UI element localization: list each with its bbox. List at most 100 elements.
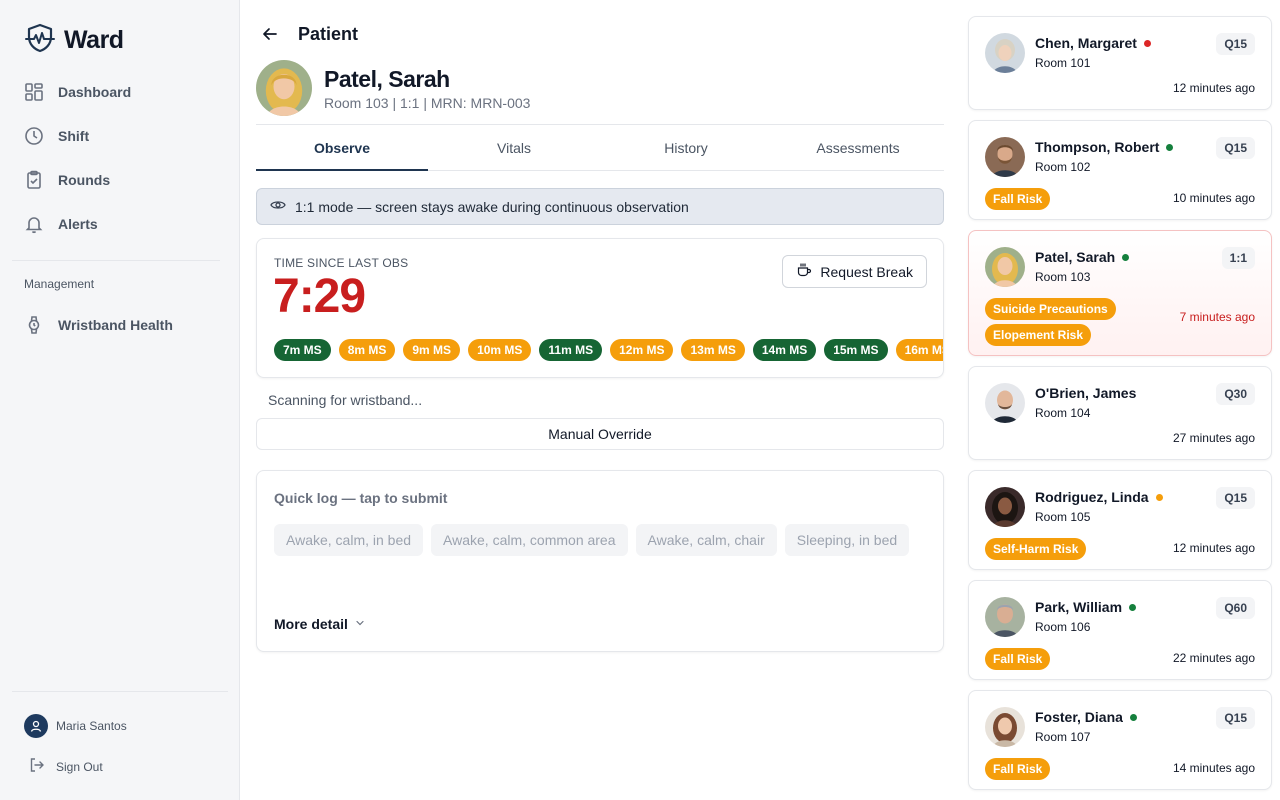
user-avatar <box>24 714 48 738</box>
observation-card: TIME SINCE LAST OBS 7:29 Request Break 7… <box>256 238 944 378</box>
risk-tag: Self-Harm Risk <box>985 538 1087 560</box>
nav-section-label: Management <box>24 277 95 291</box>
main-nav: Dashboard Shift Rounds Alerts <box>12 70 228 246</box>
tab-history[interactable]: History <box>600 125 772 170</box>
patient-avatar <box>985 383 1025 423</box>
sign-out-label: Sign Out <box>56 759 103 774</box>
user-icon <box>30 720 42 732</box>
more-detail-label: More detail <box>274 616 348 632</box>
user-name: Maria Santos <box>56 719 127 733</box>
patient-room: Room 106 <box>1035 620 1091 634</box>
tab-vitals[interactable]: Vitals <box>428 125 600 170</box>
nav-label: Shift <box>58 128 90 144</box>
patient-room: Room 107 <box>1035 730 1091 744</box>
last-observation-time: 12 minutes ago <box>1172 541 1255 555</box>
observation-chip: 13m MS <box>681 339 745 361</box>
nav-label: Dashboard <box>58 84 132 100</box>
quick-log-option[interactable]: Sleeping, in bed <box>784 524 910 556</box>
status-dot <box>1122 253 1130 261</box>
obs-label: TIME SINCE LAST OBS <box>274 256 409 270</box>
shield-heartbeat-icon <box>24 22 56 59</box>
quick-log-option[interactable]: Awake, calm, chair <box>635 524 777 556</box>
patient-name: O'Brien, James <box>1035 385 1137 401</box>
quick-log-option[interactable]: Awake, calm, in bed <box>274 524 424 556</box>
patient-card[interactable]: Chen, Margaret Room 101 Q15 12 minutes ago <box>968 16 1272 110</box>
obs-timer: 7:29 <box>273 270 366 323</box>
patient-card[interactable]: Park, William Room 106 Q60 Fall Risk 22 minu… <box>968 580 1272 680</box>
observation-chips: 7m MS 8m MS 9m MS 10m MS 11m MS 12m MS 13m MS 1… <box>274 339 943 361</box>
brand[interactable]: Ward <box>24 22 124 59</box>
last-observation-time: 27 minutes ago <box>1172 431 1255 445</box>
patient-card[interactable]: Thompson, Robert Room 102 Q15 Fall Risk 10 m… <box>968 120 1272 220</box>
bell-icon <box>24 214 44 234</box>
page-header: Patient <box>256 20 358 48</box>
patient-card[interactable]: Rodriguez, Linda Room 105 Q15 Self-Harm Ris… <box>968 470 1272 570</box>
nav-label: Wristband Health <box>58 317 173 333</box>
patient-room: Room 102 <box>1035 160 1091 174</box>
chevron-down-icon <box>354 616 366 632</box>
current-user[interactable]: Maria Santos <box>24 714 127 738</box>
back-arrow-icon[interactable] <box>256 20 284 48</box>
observation-chip: 7m MS <box>274 339 331 361</box>
manual-override-button[interactable]: Manual Override <box>256 418 944 450</box>
patient-room: Room 101 <box>1035 56 1091 70</box>
observation-chip: 12m MS <box>610 339 674 361</box>
last-observation-time: 10 minutes ago <box>1172 191 1255 205</box>
clipboard-icon <box>24 170 44 190</box>
tab-assessments[interactable]: Assessments <box>772 125 944 170</box>
observation-frequency-badge: 1:1 <box>1221 247 1255 269</box>
patient-name-row: Park, William <box>1035 599 1137 615</box>
tab-observe[interactable]: Observe <box>256 125 428 171</box>
clock-icon <box>24 126 44 146</box>
observation-chip: 14m MS <box>752 339 817 361</box>
eye-icon <box>270 197 286 216</box>
sign-out-button[interactable]: Sign Out <box>28 756 103 777</box>
nav-item-wristband-health[interactable]: Wristband Health <box>12 303 228 347</box>
observation-frequency-badge: Q15 <box>1216 33 1255 55</box>
patient-name: Patel, Sarah <box>1035 249 1116 265</box>
quick-log-title: Quick log — tap to submit <box>274 490 448 506</box>
observation-chip: 11m MS <box>539 339 603 361</box>
sidebar: Ward Dashboard Shift Rounds Alerts Manag… <box>0 0 240 800</box>
last-observation-time: 22 minutes ago <box>1172 651 1255 665</box>
nav-label: Rounds <box>58 172 111 188</box>
nav-item-dashboard[interactable]: Dashboard <box>12 70 228 114</box>
risk-tag: Fall Risk <box>985 758 1051 780</box>
sidebar-bottom-divider <box>12 691 228 692</box>
status-dot <box>1155 493 1163 501</box>
risk-tag: Fall Risk <box>985 188 1051 210</box>
patient-name-row: Thompson, Robert <box>1035 139 1174 155</box>
patient-card[interactable]: Foster, Diana Room 107 Q15 Fall Risk 14 minu… <box>968 690 1272 790</box>
patient-card[interactable]: O'Brien, James Room 104 Q30 27 minutes ago <box>968 366 1272 460</box>
observation-frequency-badge: Q30 <box>1216 383 1255 405</box>
patient-name: Thompson, Robert <box>1035 139 1160 155</box>
status-dot <box>1129 603 1137 611</box>
quick-log-option[interactable]: Awake, calm, common area <box>431 524 628 556</box>
observation-chip: 8m MS <box>338 339 396 361</box>
patient-avatar <box>985 247 1025 287</box>
quick-log-options: Awake, calm, in bed Awake, calm, common … <box>274 524 924 556</box>
more-detail-toggle[interactable]: More detail <box>274 616 366 632</box>
observation-chip: 16m MS <box>895 339 943 361</box>
patient-room: Room 103 <box>1035 270 1091 284</box>
nav-item-shift[interactable]: Shift <box>12 114 228 158</box>
scan-status: Scanning for wristband... <box>268 392 423 408</box>
patient-avatar <box>985 707 1025 747</box>
observation-frequency-badge: Q60 <box>1216 597 1255 619</box>
request-break-label: Request Break <box>820 263 913 280</box>
coffee-icon <box>796 262 812 281</box>
patient-name: Chen, Margaret <box>1035 35 1137 51</box>
observation-frequency-badge: Q15 <box>1216 137 1255 159</box>
patient-card[interactable]: Patel, Sarah Room 103 1:1 Suicide Precautio… <box>968 230 1272 356</box>
patient-name-row: Patel, Sarah <box>1035 249 1130 265</box>
request-break-button[interactable]: Request Break <box>782 255 927 288</box>
one-to-one-banner: 1:1 mode — screen stays awake during con… <box>256 188 944 225</box>
patient-header: Patel, Sarah Room 103 | 1:1 | MRN: MRN-0… <box>256 60 530 116</box>
management-nav: Wristband Health <box>12 303 228 347</box>
patient-avatar <box>985 597 1025 637</box>
nav-item-alerts[interactable]: Alerts <box>12 202 228 246</box>
status-dot <box>1129 713 1137 721</box>
nav-item-rounds[interactable]: Rounds <box>12 158 228 202</box>
observation-chip: 10m MS <box>468 339 532 361</box>
patient-avatar <box>985 137 1025 177</box>
